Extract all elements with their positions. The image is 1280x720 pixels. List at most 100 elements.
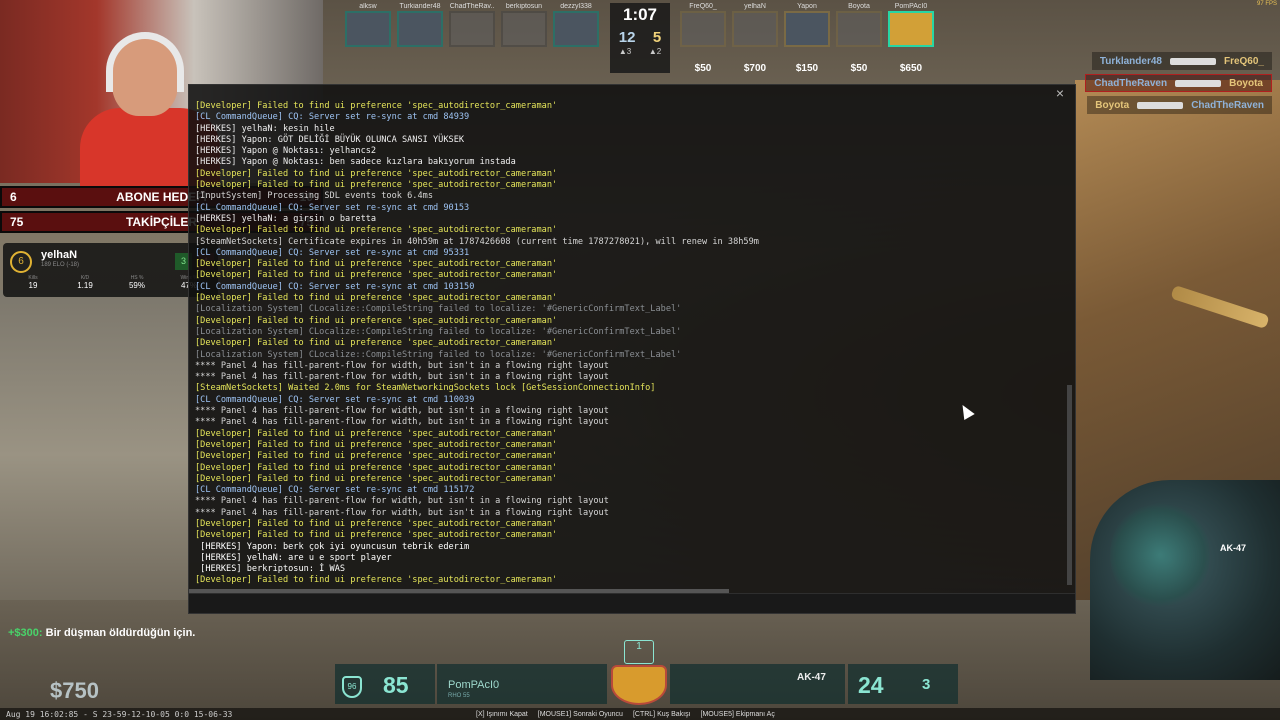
killfeed-entry: Turklander48 FreQ60_ [1091, 52, 1272, 70]
ct-player-slot[interactable]: dezzyl338 [551, 3, 601, 73]
console-line: [CL CommandQueue] CQ: Server set re-sync… [195, 485, 475, 496]
round-timer: 1:07 12 5 ▲3 ▲2 [610, 3, 670, 73]
console-line: [Developer] Failed to find ui preference… [195, 518, 558, 529]
player-avatar [836, 11, 882, 47]
player-avatar [345, 11, 391, 47]
console-line: [Localization System] CLocalize::Compile… [195, 326, 682, 337]
spectator-statusbar: Aug 19 16:02:85 - S 23-59-12-10-05 0:0 1… [0, 708, 1280, 720]
player-avatar [553, 11, 599, 47]
console-line: [Developer] Failed to find ui preference… [195, 225, 558, 236]
console-line: **** Panel 4 has fill-parent-flow for wi… [195, 496, 609, 507]
card-elo: 189 ELO (-18) [41, 262, 80, 268]
player-avatar [501, 11, 547, 47]
killfeed-entry: ChadTheRaven Boyota [1085, 74, 1272, 92]
console-line: [HERKES] Yapon: berk çok iyi oyuncusun t… [195, 541, 470, 552]
t-player-slot[interactable]: Yapon $150 [782, 3, 832, 74]
console-line: [CL CommandQueue] CQ: Server set re-sync… [195, 202, 470, 213]
console-line: [InputSystem] Processing SDL events took… [195, 191, 433, 202]
hint-key: [MOUSE1] Sonraki Oyuncu [537, 710, 623, 718]
console-line: [CL CommandQueue] CQ: Server set re-sync… [195, 281, 475, 292]
ct-score: 12 [618, 29, 636, 46]
console-line: [Developer] Failed to find ui preference… [195, 530, 558, 541]
console-line: [HERKES] Yapon @ Noktası: ben sadece kız… [195, 157, 516, 168]
console-line: [HERKES] Yapon: GÖT DELİĞİ BÜYÜK OLUNCA … [195, 134, 465, 145]
t-player-slot[interactable]: yelhaN $700 [730, 3, 780, 74]
ammo-clip: 24 [858, 672, 884, 698]
spectated-player-rank: RHO 55 [448, 693, 470, 699]
faceit-player-card: 6 yelhaN 189 ELO (-18) 3 4 Kills19 K/D1.… [3, 243, 218, 297]
console-line: [Developer] Failed to find ui preference… [195, 101, 558, 111]
player-avatar [888, 11, 934, 47]
console-line: [CL CommandQueue] CQ: Server set re-sync… [195, 112, 470, 123]
t-player-slot[interactable]: FreQ60_ $50 [678, 3, 728, 74]
card-stat: Kills 19 [28, 275, 38, 290]
console-line: [Developer] Failed to find ui preference… [195, 168, 558, 179]
armor-icon: 96 [342, 676, 362, 698]
t-player-slot[interactable]: Boyota $50 [834, 3, 884, 74]
demo-timestamp: Aug 19 16:02:85 - S 23-59-12-10-05 0:0 1… [6, 709, 233, 719]
console-line: **** Panel 4 has fill-parent-flow for wi… [195, 406, 609, 417]
ct-player-slot[interactable]: alksw [343, 3, 393, 73]
console-line: **** Panel 4 has fill-parent-flow for wi… [195, 507, 609, 518]
console-log[interactable]: [Developer] Failed to find ui preference… [195, 101, 1065, 587]
console-line: **** Panel 4 has fill-parent-flow for wi… [195, 372, 609, 383]
vertical-scrollbar[interactable] [1067, 385, 1072, 585]
ct-player-slot[interactable]: Turkiander48 [395, 3, 445, 73]
game-viewport[interactable]: 97 FPS 6 ABONE HEDEFI 10 75 TAKİPÇİLER 7… [0, 0, 1280, 720]
console-line: [Developer] Failed to find ui preference… [195, 270, 558, 281]
background-wall-left [0, 290, 190, 620]
console-line: [HERKES] berkriptosun: İ WAS [195, 564, 346, 575]
level-badge-icon: 6 [10, 251, 32, 273]
player-avatar [397, 11, 443, 47]
spectated-player-avatar [611, 665, 667, 705]
console-line: [Developer] Failed to find ui preference… [195, 439, 558, 450]
close-icon[interactable]: × [1053, 85, 1067, 101]
player-avatar [680, 11, 726, 47]
ak47-icon [1175, 79, 1222, 87]
console-line: [SteamNetSockets] Certificate expires in… [195, 236, 759, 247]
hint-key: [CTRL] Kuş Bakışı [632, 710, 691, 718]
bomb-icon: 1 [624, 640, 654, 664]
kill-reward-notice: +$300: Bir düşman öldürdüğün için. [8, 627, 196, 639]
console-line: [Localization System] CLocalize::Compile… [195, 349, 682, 360]
weapon-name: AK-47 [797, 672, 826, 683]
card-player-name: yelhaN [41, 249, 78, 261]
weapon-skin-sticker [1110, 500, 1210, 610]
t-player-slot[interactable]: PomPAcI0 $650 [886, 3, 936, 74]
developer-console[interactable]: × [Developer] Failed to find ui preferen… [188, 84, 1076, 614]
ct-player-slot[interactable]: berkiptosun [499, 3, 549, 73]
console-line: [Developer] Failed to find ui preference… [195, 293, 558, 304]
health-value: 85 [383, 672, 409, 698]
hint-key: [MOUSE5] Ekipmanı Aç [700, 710, 775, 718]
console-line: [Developer] Failed to find ui preference… [195, 259, 558, 270]
console-input[interactable] [189, 593, 1075, 613]
console-line: [CL CommandQueue] CQ: Server set re-sync… [195, 394, 475, 405]
player-avatar [784, 11, 830, 47]
ammo-reserve: 3 [922, 676, 931, 693]
console-line: **** Panel 4 has fill-parent-flow for wi… [195, 417, 609, 428]
card-stat: HS % 59% [128, 275, 145, 290]
console-line: [Developer] Failed to find ui preference… [195, 428, 558, 439]
console-line: [Developer] Failed to find ui preference… [195, 575, 558, 586]
ct-player-slot[interactable]: ChadTheRav.. [447, 3, 497, 73]
console-line: **** Panel 4 has fill-parent-flow for wi… [195, 360, 609, 371]
ak47-icon [1137, 101, 1184, 109]
streamer-figure [80, 32, 220, 188]
console-line: [Developer] Failed to find ui preference… [195, 180, 558, 191]
weapon-slot-label: AK-47 [1220, 543, 1247, 553]
killfeed-entry: Boyota ChadTheRaven [1087, 96, 1272, 114]
console-line: [Developer] Failed to find ui preference… [195, 315, 558, 326]
console-line: [HERKES] yelhaN: are u e sport player [195, 552, 392, 563]
console-line: [CL CommandQueue] CQ: Server set re-sync… [195, 247, 470, 258]
player-money: $750 [50, 678, 99, 703]
ct-alive: ▲3 [618, 47, 632, 56]
hint-key: [X] Işınımı Kapat [476, 710, 528, 718]
weapon-panel [670, 664, 845, 704]
console-line: [Localization System] CLocalize::Compile… [195, 304, 682, 315]
ak47-icon [1169, 57, 1216, 65]
spectated-player-name: PomPAcI0 [448, 679, 500, 691]
console-line: [Developer] Failed to find ui preference… [195, 451, 558, 462]
console-line: [Developer] Failed to find ui preference… [195, 473, 558, 484]
card-stat: K/D 1.19 [77, 275, 93, 290]
console-line: [Developer] Failed to find ui preference… [195, 462, 558, 473]
